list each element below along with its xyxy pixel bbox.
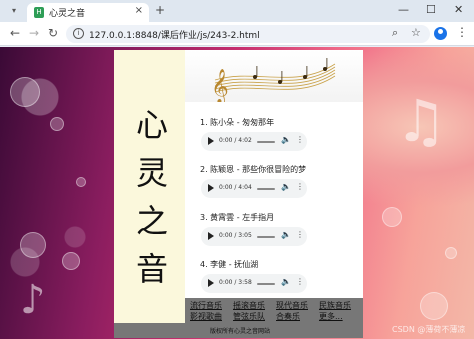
site-info-icon[interactable]: i [73,28,84,39]
play-icon[interactable] [208,137,214,145]
bubble-decoration [445,247,457,259]
more-options-icon[interactable]: ⋮ [296,277,304,286]
bubble-decoration [50,117,64,131]
page-footer: 版权所有心灵之音网站 [114,323,363,338]
audio-player[interactable]: 0:00 / 3:05 🔈 ⋮ [201,227,307,246]
nav-link-film[interactable]: 影视歌曲 [190,311,222,322]
audio-progress-track[interactable] [257,236,275,238]
tab-list-icon[interactable]: ▾ [7,4,21,18]
browser-window: ▾ H 心灵之音 × + — ☐ ✕ ← → ↻ i 127.0.0.1:884… [0,0,474,339]
music-staff-image: 𝄞 [211,58,336,102]
more-options-icon[interactable]: ⋮ [296,230,304,239]
music-staff-banner: 𝄞 [185,50,363,102]
url-text: 127.0.0.1:8848/课后作业/js/243-2.html [89,31,260,41]
bubble-decoration [76,177,86,187]
forward-icon[interactable]: → [29,26,39,40]
bubble-decoration [420,292,448,320]
bookmark-star-icon[interactable]: ☆ [411,26,421,39]
audio-time: 0:00 / 3:58 [219,279,252,286]
audio-player[interactable]: 0:00 / 3:58 🔈 ⋮ [201,274,307,293]
nav-link-pop[interactable]: 流行音乐 [190,300,222,311]
volume-icon[interactable]: 🔈 [281,182,291,191]
browser-toolbar: ← → ↻ i 127.0.0.1:8848/课后作业/js/243-2.htm… [0,22,474,46]
play-icon[interactable] [208,232,214,240]
page-title-column: 心 灵 之 音 [114,50,185,338]
page-title-char: 之 [135,202,168,240]
audio-time: 0:00 / 4:02 [219,137,252,144]
page-title-char: 灵 [135,154,168,192]
svg-text:𝄞: 𝄞 [211,69,229,102]
favicon-icon: H [34,7,44,18]
nav-link-folk[interactable]: 民族音乐 [319,300,351,311]
nav-link-modern[interactable]: 现代音乐 [276,300,308,311]
genre-nav: 流行音乐 摇滚音乐 现代音乐 民族音乐 影视歌曲 管弦乐队 合奏乐 更多... [185,298,363,323]
song-list-panel: 𝄞 1. 陈小朵 - 匆匆那年 0:00 / 4:02 🔈 ⋮ 2. 陈颖恩 -… [185,50,363,298]
back-icon[interactable]: ← [10,26,20,40]
page-title-char: 音 [135,250,168,288]
address-bar[interactable]: i 127.0.0.1:8848/课后作业/js/243-2.html ⌕ ☆ [66,25,430,43]
new-tab-button[interactable]: + [155,3,165,17]
nav-link-more[interactable]: 更多... [319,311,343,322]
audio-progress-track[interactable] [257,141,275,143]
more-options-icon[interactable]: ⋮ [296,182,304,191]
bubble-decoration [10,77,40,107]
nav-link-ensemble[interactable]: 合奏乐 [276,311,300,322]
page-viewport: ♫ ♪ 心 灵 之 音 𝄞 1. 陈小朵 - 匆匆那年 0:00 / 4:02 … [0,47,474,339]
bubble-decoration [62,252,80,270]
reload-icon[interactable]: ↻ [48,26,58,40]
close-window-button[interactable]: ✕ [454,3,463,16]
play-icon[interactable] [208,279,214,287]
song-title: 2. 陈颖恩 - 那些你很冒险的梦 [200,165,307,174]
audio-progress-track[interactable] [257,188,275,190]
volume-icon[interactable]: 🔈 [281,277,291,286]
audio-progress-track[interactable] [257,283,275,285]
search-icon[interactable]: ⌕ [392,26,398,40]
nav-link-orchestra[interactable]: 管弦乐队 [233,311,265,322]
volume-icon[interactable]: 🔈 [281,230,291,239]
audio-time: 0:00 / 3:05 [219,232,252,239]
bubble-decoration [382,207,402,227]
nav-link-rock[interactable]: 摇滚音乐 [233,300,265,311]
audio-time: 0:00 / 4:04 [219,184,252,191]
minimize-button[interactable]: — [398,3,409,16]
csdn-watermark: CSDN @薄荷不薄凉 [392,325,466,334]
audio-player[interactable]: 0:00 / 4:04 🔈 ⋮ [201,179,307,198]
tab-strip: ▾ H 心灵之音 × + — ☐ ✕ [0,0,474,22]
profile-avatar[interactable] [434,27,447,40]
maximize-button[interactable]: ☐ [426,3,436,16]
more-options-icon[interactable]: ⋮ [296,135,304,144]
tab-title: 心灵之音 [49,9,86,19]
play-icon[interactable] [208,184,214,192]
browser-menu-icon[interactable]: ⋮ [456,25,468,39]
audio-player[interactable]: 0:00 / 4:02 🔈 ⋮ [201,132,307,151]
song-title: 1. 陈小朵 - 匆匆那年 [200,118,275,127]
bubble-decoration [20,232,46,258]
song-title: 3. 黄霄雲 - 左手指月 [200,213,275,222]
song-title: 4. 李健 - 抚仙湖 [200,260,259,269]
page-title-char: 心 [135,106,168,144]
music-note-icon: ♪ [20,277,46,323]
volume-icon[interactable]: 🔈 [281,135,291,144]
tab-close-icon[interactable]: × [135,5,143,16]
music-note-icon: ♫ [395,87,447,155]
copyright-text: 版权所有心灵之音网站 [210,328,271,335]
tab-active[interactable]: H 心灵之音 × [27,3,149,22]
